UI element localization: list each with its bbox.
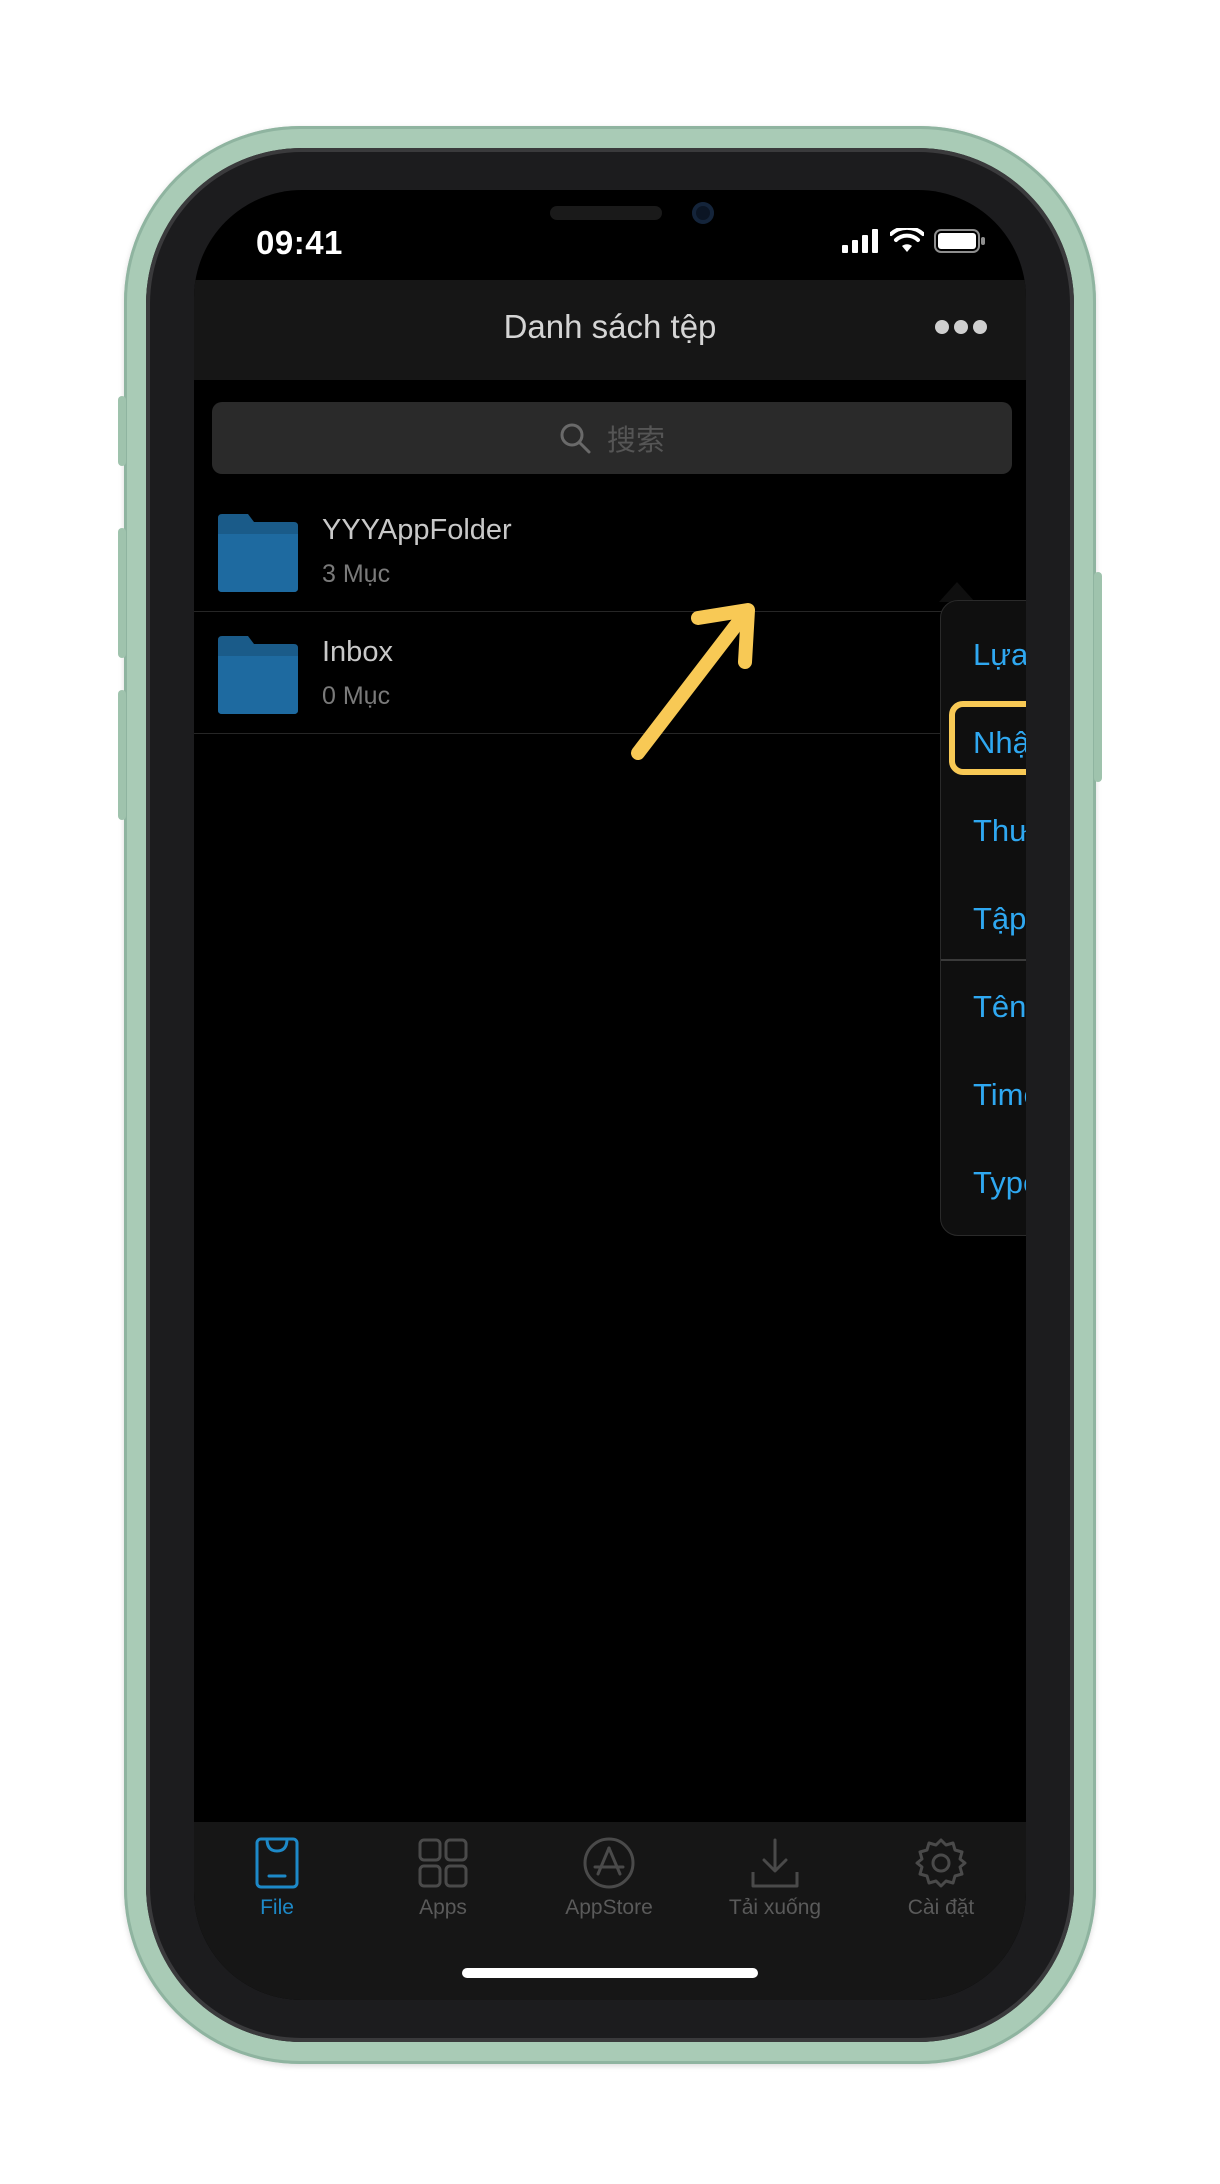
more-options-icon[interactable] — [934, 318, 988, 336]
screen: 09:41 Danh sách tệp 搜索 YYYAppFolder 3 Mụ… — [194, 190, 1026, 2000]
tab-apps[interactable]: Apps — [360, 1836, 526, 1926]
power-button — [1094, 572, 1102, 782]
volume-down-button — [118, 690, 126, 820]
file-item-count: 0 Mục — [322, 682, 391, 710]
tab-label: Cài đặt — [907, 1896, 975, 1919]
search-placeholder: 搜索 — [606, 425, 665, 457]
speaker-grille — [550, 206, 662, 220]
appstore-icon — [583, 1837, 635, 1889]
tab-appstore[interactable]: AppStore — [526, 1836, 692, 1926]
volume-up-button-2 — [118, 528, 126, 658]
tab-downloads[interactable]: Tải xuống — [692, 1836, 858, 1926]
menu-item-sort-type[interactable]: Type — [973, 1153, 1026, 1213]
menu-divider — [941, 959, 1026, 961]
menu-item-sort-name[interactable]: Tên — [973, 977, 1026, 1037]
menu-arrow — [939, 582, 975, 602]
menu-item-sort-time[interactable]: Time — [973, 1065, 1026, 1125]
battery-icon — [934, 229, 985, 253]
file-item-count: 3 Mục — [322, 560, 391, 588]
wifi-icon — [890, 228, 924, 252]
navigation-bar: Danh sách tệp — [194, 280, 1026, 380]
notch — [380, 190, 840, 262]
options-menu: Lựa chọn Nhập Thư mục mới Tập tin mới Tê… — [940, 600, 1026, 1236]
front-camera — [692, 202, 714, 224]
download-icon — [751, 1838, 799, 1888]
menu-item-new-folder[interactable]: Thư mục mới — [973, 801, 1026, 861]
page-title: Danh sách tệp — [503, 308, 717, 345]
volume-up-button — [118, 396, 126, 466]
tab-settings[interactable]: Cài đặt — [858, 1836, 1024, 1926]
tab-label: Apps — [419, 1896, 467, 1919]
settings-gear-icon — [915, 1838, 967, 1888]
highlight-box — [949, 701, 1026, 775]
file-name: Inbox — [322, 636, 393, 668]
apps-grid-icon — [418, 1838, 468, 1888]
tab-label: AppStore — [565, 1896, 653, 1919]
folder-icon — [218, 514, 298, 592]
search-input[interactable]: 搜索 — [212, 402, 1012, 474]
signal-icon — [842, 229, 878, 253]
menu-item-select[interactable]: Lựa chọn — [973, 625, 1026, 685]
menu-item-new-file[interactable]: Tập tin mới — [973, 889, 1026, 949]
file-row[interactable]: YYYAppFolder 3 Mục — [194, 490, 1026, 612]
row-divider — [194, 733, 1026, 734]
status-time: 09:41 — [256, 224, 343, 261]
home-indicator[interactable] — [462, 1968, 758, 1978]
tab-label: Tải xuống — [728, 1896, 822, 1919]
tab-file[interactable]: File — [194, 1836, 360, 1926]
status-icons — [842, 226, 986, 256]
file-row[interactable]: Inbox 0 Mục — [194, 612, 1026, 734]
folder-icon — [218, 636, 298, 714]
file-name: YYYAppFolder — [322, 514, 512, 546]
search-icon — [560, 423, 591, 454]
file-tab-icon — [255, 1837, 299, 1889]
sort-time-label: Time — [973, 1077, 1026, 1112]
tab-label: File — [260, 1896, 294, 1919]
